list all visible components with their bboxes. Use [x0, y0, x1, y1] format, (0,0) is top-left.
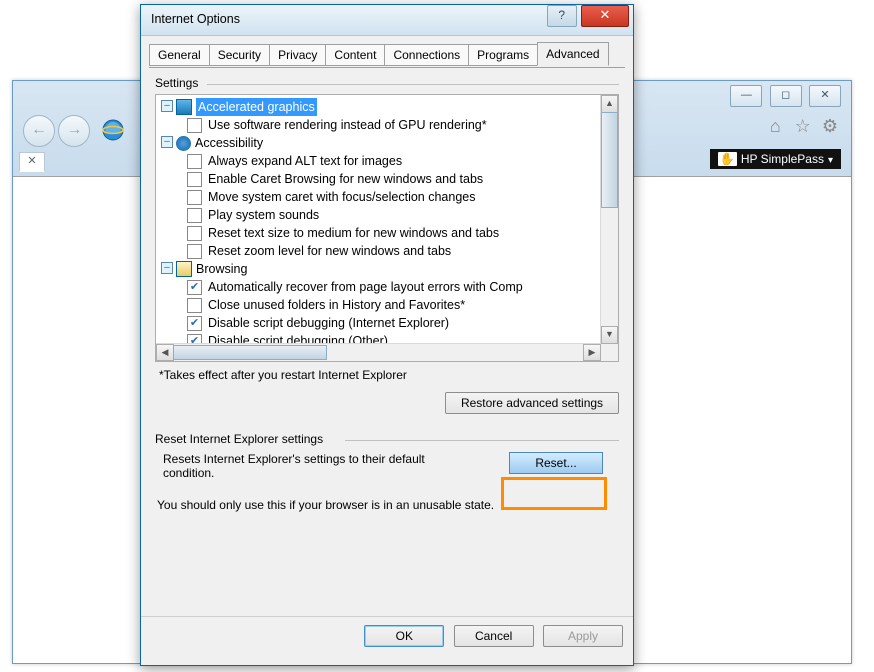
scroll-corner	[601, 344, 618, 361]
cancel-button[interactable]: Cancel	[454, 625, 534, 647]
browse-icon	[176, 261, 192, 277]
reset-group-label: Reset Internet Explorer settings	[155, 432, 619, 446]
forward-button[interactable]: →	[58, 115, 90, 147]
checkbox[interactable]	[187, 172, 202, 187]
tree-item[interactable]: Automatically recover from page layout e…	[159, 278, 598, 296]
checkbox[interactable]	[187, 244, 202, 259]
scroll-down-button[interactable]: ▼	[601, 326, 618, 344]
dialog-titlebar[interactable]: Internet Options ? ✕	[141, 5, 633, 36]
tree-item-label: Reset text size to medium for new window…	[208, 224, 499, 242]
tree-item-label: Enable Caret Browsing for new windows an…	[208, 170, 483, 188]
reset-button[interactable]: Reset...	[509, 452, 603, 474]
access-icon	[176, 136, 191, 151]
help-button[interactable]: ?	[547, 5, 577, 27]
tree-item[interactable]: Move system caret with focus/selection c…	[159, 188, 598, 206]
maximize-button[interactable]: ◻	[770, 85, 802, 107]
checkbox[interactable]	[187, 208, 202, 223]
tab-security[interactable]: Security	[209, 44, 270, 66]
checkbox[interactable]	[187, 316, 202, 331]
internet-options-dialog: Internet Options ? ✕ GeneralSecurityPriv…	[140, 4, 634, 666]
tab-general[interactable]: General	[149, 44, 210, 66]
collapse-icon[interactable]: –	[161, 136, 173, 148]
restore-advanced-button[interactable]: Restore advanced settings	[445, 392, 619, 414]
tab-strip: GeneralSecurityPrivacyContentConnections…	[149, 44, 625, 68]
tree-category[interactable]: – Accelerated graphics	[159, 98, 598, 116]
back-button[interactable]: ←	[23, 115, 55, 147]
dialog-title: Internet Options	[151, 12, 240, 26]
collapse-icon[interactable]: –	[161, 100, 173, 112]
settings-group-label: Settings	[155, 76, 619, 90]
tree-category[interactable]: – Browsing	[159, 260, 598, 278]
home-icon[interactable]: ⌂	[764, 115, 786, 137]
settings-tree[interactable]: – Accelerated graphicsUse software render…	[155, 94, 619, 362]
close-button[interactable]: ✕	[809, 85, 841, 107]
checkbox[interactable]	[187, 298, 202, 313]
reset-highlight	[501, 477, 607, 510]
checkbox[interactable]	[187, 190, 202, 205]
ie-logo-icon	[101, 118, 125, 142]
tab-connections[interactable]: Connections	[384, 44, 469, 66]
scroll-left-button[interactable]: ◀	[156, 344, 174, 361]
tree-category-label: Accessibility	[195, 134, 263, 152]
tree-item[interactable]: Use software rendering instead of GPU re…	[159, 116, 598, 134]
tab-advanced[interactable]: Advanced	[537, 42, 608, 66]
tree-item-label: Reset zoom level for new windows and tab…	[208, 242, 451, 260]
tree-item-label: Close unused folders in History and Favo…	[208, 296, 465, 314]
tools-icon[interactable]: ⚙	[819, 115, 841, 137]
accel-icon	[176, 99, 192, 115]
tree-item[interactable]: Enable Caret Browsing for new windows an…	[159, 170, 598, 188]
tree-item-label: Disable script debugging (Internet Explo…	[208, 314, 449, 332]
tree-item-label: Play system sounds	[208, 206, 319, 224]
vertical-scrollbar[interactable]: ▲ ▼	[600, 95, 618, 344]
tab-content[interactable]: Content	[325, 44, 385, 66]
simplepass-label: HP SimplePass	[741, 152, 824, 166]
minimize-button[interactable]: —	[730, 85, 762, 107]
tree-item[interactable]: Play system sounds	[159, 206, 598, 224]
collapse-icon[interactable]: –	[161, 262, 173, 274]
favorites-icon[interactable]: ☆	[792, 115, 814, 137]
restart-note: *Takes effect after you restart Internet…	[159, 368, 619, 382]
checkbox[interactable]	[187, 154, 202, 169]
tree-item[interactable]: Reset text size to medium for new window…	[159, 224, 598, 242]
scroll-thumb[interactable]	[601, 112, 618, 208]
tree-item-label: Move system caret with focus/selection c…	[208, 188, 475, 206]
tree-category-label: Browsing	[196, 260, 247, 278]
horizontal-scrollbar[interactable]: ◀ ▶	[156, 343, 601, 361]
hscroll-thumb[interactable]	[173, 345, 327, 360]
checkbox[interactable]	[187, 226, 202, 241]
tab-privacy[interactable]: Privacy	[269, 44, 326, 66]
checkbox[interactable]	[187, 118, 202, 133]
ok-button[interactable]: OK	[364, 625, 444, 647]
scroll-right-button[interactable]: ▶	[583, 344, 601, 361]
tree-item-label: Use software rendering instead of GPU re…	[208, 116, 487, 134]
reset-description: Resets Internet Explorer's settings to t…	[155, 452, 473, 480]
tree-item[interactable]: Close unused folders in History and Favo…	[159, 296, 598, 314]
browser-tab-close[interactable]: ✕	[19, 152, 45, 172]
tree-item[interactable]: Always expand ALT text for images	[159, 152, 598, 170]
tree-item[interactable]: Reset zoom level for new windows and tab…	[159, 242, 598, 260]
checkbox[interactable]	[187, 280, 202, 295]
tree-category-label: Accelerated graphics	[196, 98, 317, 116]
tree-category[interactable]: – Accessibility	[159, 134, 598, 152]
scroll-up-button[interactable]: ▲	[601, 95, 618, 113]
tree-item-label: Automatically recover from page layout e…	[208, 278, 523, 296]
tab-programs[interactable]: Programs	[468, 44, 538, 66]
simplepass-toolbar-button[interactable]: ✋HP SimplePass	[710, 149, 841, 169]
apply-button[interactable]: Apply	[543, 625, 623, 647]
close-button[interactable]: ✕	[581, 5, 629, 27]
tree-item-label: Always expand ALT text for images	[208, 152, 402, 170]
dialog-footer: OK Cancel Apply	[141, 616, 633, 665]
tree-item[interactable]: Disable script debugging (Internet Explo…	[159, 314, 598, 332]
